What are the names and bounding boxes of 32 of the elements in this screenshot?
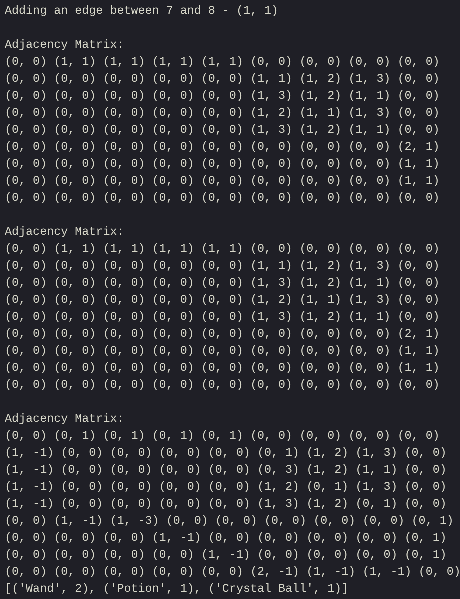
matrix-row: (0, 0) (0, 0) (0, 0) (0, 0) (0, 0) (0, 0) (0, 0) (0, 0) (0, 0) xyxy=(5,190,440,207)
output-line: Adding an edge between 7 and 8 - (1, 1) xyxy=(5,3,279,20)
matrix-row: (0, 0) (0, 0) (0, 0) (0, 0) (0, 0) (1, 1) (1, 2) (1, 3) (0, 0) xyxy=(5,258,440,275)
matrix-row: (0, 0) (0, 0) (0, 0) (0, 0) (0, 0) (1, 3) (1, 2) (1, 1) (0, 0) xyxy=(5,275,440,292)
matrix-row: (0, 0) (0, 0) (0, 0) (0, 0) (0, 0) (0, 0) (0, 0) (0, 0) (2, 1) xyxy=(5,139,440,156)
matrix-row: (0, 0) (0, 0) (0, 0) (0, 0) (0, 0) (0, 0) (0, 0) (0, 0) (1, 1) xyxy=(5,173,440,190)
matrix-row: (0, 0) (0, 0) (0, 0) (0, 0) (0, 0) (0, 0) (0, 0) (0, 0) (2, 1) xyxy=(5,326,440,343)
matrix-row: (0, 0) (0, 0) (0, 0) (0, 0) (0, 0) (1, 3) (1, 2) (1, 1) (0, 0) xyxy=(5,122,440,139)
matrix-row: (0, 0) (0, 0) (0, 0) (0, 0) (0, 0) (0, 0) (0, 0) (0, 0) (1, 1) xyxy=(5,343,440,360)
matrix-row: (0, 0) (0, 0) (0, 0) (0, 0) (0, 0) (1, 2) (1, 1) (1, 3) (0, 0) xyxy=(5,105,440,122)
matrix-row: (0, 0) (1, -1) (1, -3) (0, 0) (0, 0) (0, 0) (0, 0) (0, 0) (0, 1) xyxy=(5,513,454,530)
matrix-row: (1, -1) (0, 0) (0, 0) (0, 0) (0, 0) (1, 3) (1, 2) (0, 1) (0, 0) xyxy=(5,496,447,513)
matrix-row: (1, -1) (0, 0) (0, 0) (0, 0) (0, 0) (0, 3) (1, 2) (1, 1) (0, 0) xyxy=(5,462,447,479)
matrix-row: (0, 0) (1, 1) (1, 1) (1, 1) (1, 1) (0, 0) (0, 0) (0, 0) (0, 0) xyxy=(5,54,440,71)
matrix-row: (0, 0) (0, 0) (0, 0) (0, 0) (0, 0) (0, 0) (0, 0) (0, 0) (1, 1) xyxy=(5,360,440,377)
matrix-row: (0, 0) (1, 1) (1, 1) (1, 1) (1, 1) (0, 0) (0, 0) (0, 0) (0, 0) xyxy=(5,241,440,258)
matrix-row: (0, 0) (0, 0) (0, 0) (0, 0) (0, 0) (0, 0) (0, 0) (0, 0) (1, 1) xyxy=(5,156,440,173)
matrix-row: (0, 0) (0, 0) (0, 0) (0, 0) (1, -1) (0, 0) (0, 0) (0, 0) (0, 1) xyxy=(5,547,447,564)
matrix-row: (0, 0) (0, 0) (0, 0) (0, 0) (0, 0) (2, -1) (1, -1) (1, -1) (0, 0) xyxy=(5,564,460,581)
matrix-row: (0, 0) (0, 1) (0, 1) (0, 1) (0, 1) (0, 0) (0, 0) (0, 0) (0, 0) xyxy=(5,428,440,445)
matrix-title: Adjacency Matrix: xyxy=(5,37,124,54)
matrix-row: (0, 0) (0, 0) (0, 0) (0, 0) (0, 0) (1, 3) (1, 2) (1, 1) (0, 0) xyxy=(5,309,440,326)
matrix-row: (1, -1) (0, 0) (0, 0) (0, 0) (0, 0) (0, 1) (1, 2) (1, 3) (0, 0) xyxy=(5,445,447,462)
matrix-row: (0, 0) (0, 0) (0, 0) (0, 0) (0, 0) (1, 1) (1, 2) (1, 3) (0, 0) xyxy=(5,71,440,88)
matrix-title: Adjacency Matrix: xyxy=(5,411,124,428)
matrix-row: (0, 0) (0, 0) (0, 0) (1, -1) (0, 0) (0, 0) (0, 0) (0, 0) (0, 1) xyxy=(5,530,447,547)
matrix-title: Adjacency Matrix: xyxy=(5,224,124,241)
matrix-row: (0, 0) (0, 0) (0, 0) (0, 0) (0, 0) (1, 2) (1, 1) (1, 3) (0, 0) xyxy=(5,292,440,309)
matrix-row: (0, 0) (0, 0) (0, 0) (0, 0) (0, 0) (0, 0) (0, 0) (0, 0) (0, 0) xyxy=(5,377,440,394)
output-line: [('Wand', 2), ('Potion', 1), ('Crystal Ball', 1)] xyxy=(5,581,349,598)
matrix-row: (1, -1) (0, 0) (0, 0) (0, 0) (0, 0) (1, 2) (0, 1) (1, 3) (0, 0) xyxy=(5,479,447,496)
matrix-row: (0, 0) (0, 0) (0, 0) (0, 0) (0, 0) (1, 3) (1, 2) (1, 1) (0, 0) xyxy=(5,88,440,105)
